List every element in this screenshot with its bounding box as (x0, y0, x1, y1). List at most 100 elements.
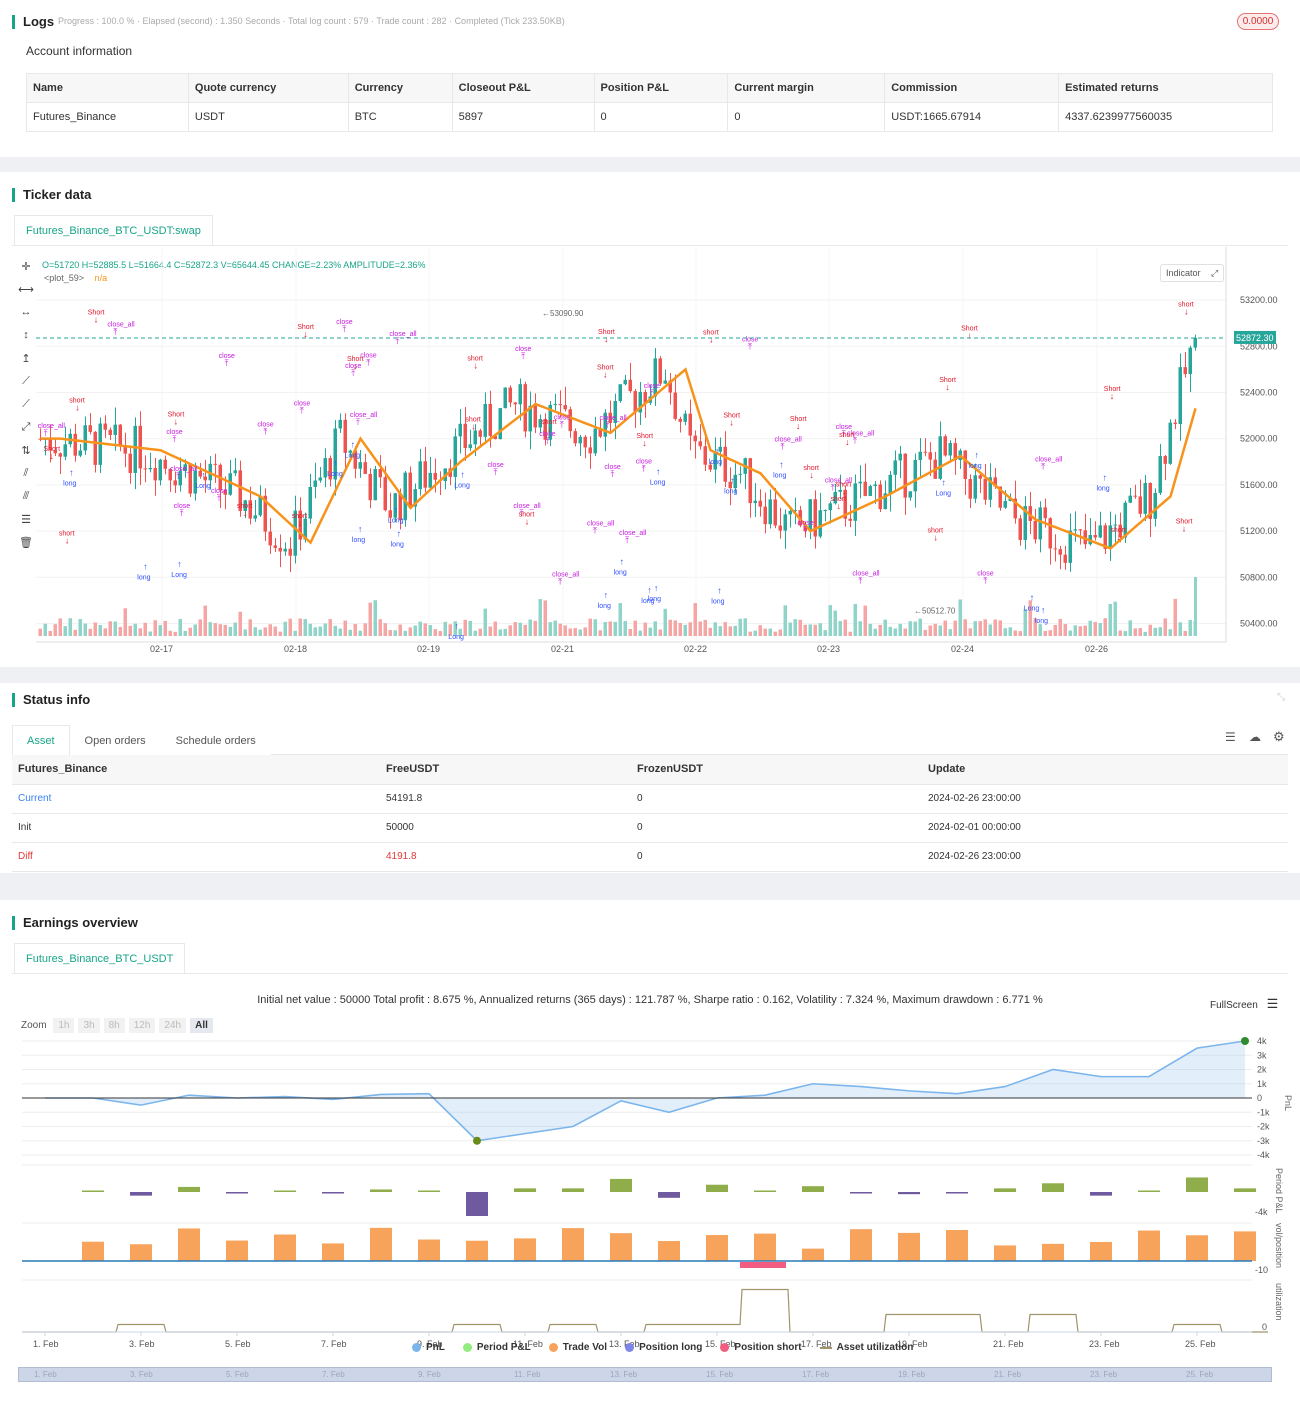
volume-bar (588, 618, 592, 636)
gear-icon[interactable]: ⚙ (1273, 729, 1285, 745)
candle-body (773, 499, 777, 526)
volume-bar (1153, 627, 1157, 636)
period-pnl-bar (994, 1188, 1016, 1192)
volume-bar (218, 624, 222, 636)
horizontal-ray-icon[interactable]: ↔ (16, 306, 36, 329)
legend-item[interactable]: Period P&L (462, 1342, 531, 1353)
zoom-24h-button[interactable]: 24h (159, 1018, 187, 1033)
trend-line-icon[interactable]: ⟋ (16, 375, 36, 398)
asset-cell: 0 (631, 842, 922, 872)
candle-body (1188, 347, 1192, 375)
vertical-ray-icon[interactable]: ↥ (16, 352, 36, 375)
volume-bar (803, 624, 807, 636)
candle-body (918, 451, 922, 460)
volume-bar (158, 625, 162, 636)
signal-arrow: ↑ (333, 458, 338, 468)
signal-arrow: ↑ (654, 583, 659, 593)
trash-icon[interactable]: 🗑 (16, 536, 36, 559)
volume-bar (1173, 598, 1177, 636)
table-row: Init 50000 0 2024-02-01 00:00:00 (12, 813, 1288, 843)
volume-bar (753, 630, 757, 636)
collapse-icon[interactable]: ⤡ (1277, 692, 1285, 703)
legend-line-icon (819, 1346, 832, 1349)
signal-arrow: ↑ (454, 621, 459, 631)
volume-bar (843, 619, 847, 636)
volume-bar (313, 627, 317, 636)
tab-ticker-symbol[interactable]: Futures_Binance_BTC_USDT:swap (14, 215, 213, 245)
fullscreen-button[interactable]: FullScreen ☰ (1210, 996, 1278, 1012)
candle-body (373, 469, 377, 501)
legend-item[interactable]: Position short (720, 1342, 802, 1353)
candle-body (913, 459, 917, 492)
horizontal-line-icon[interactable]: ⟷ (16, 283, 36, 306)
settings-lines-icon[interactable]: ☰ (16, 513, 36, 536)
signal-arrow: ↑ (201, 470, 206, 480)
zoom-3h-button[interactable]: 3h (78, 1018, 100, 1033)
volume-bar (138, 628, 142, 636)
volume-bar (933, 623, 937, 636)
account-col-header: Current margin (727, 73, 886, 103)
volume-bar (148, 631, 152, 636)
signal-arrow: ↑ (730, 476, 735, 486)
crosshair-icon[interactable]: ✛ (16, 260, 36, 283)
candle-body (358, 462, 362, 469)
table-row: Current 54191.8 0 2024-02-26 23:00:00 (12, 784, 1288, 814)
candle-body (968, 479, 972, 499)
legend-item[interactable]: PnL (412, 1342, 445, 1353)
signal-label: close (257, 421, 273, 428)
volume-bar (873, 628, 877, 636)
x-tick-label: 21. Feb (993, 1339, 1024, 1349)
candle-body (693, 435, 697, 442)
signal-label: Long (327, 471, 343, 478)
period-pnl-bar (754, 1190, 776, 1192)
ticker-panel: Ticker data Futures_Binance_BTC_USDT:swa… (0, 172, 1300, 667)
period-pnl-bar (898, 1192, 920, 1195)
trade-vol-bar (322, 1243, 344, 1261)
zoom-All-button[interactable]: All (190, 1018, 213, 1033)
zoom-12h-button[interactable]: 12h (128, 1018, 156, 1033)
ray-icon[interactable]: ⟋ (16, 398, 36, 421)
candle-body (403, 472, 407, 521)
volume-bar (798, 619, 802, 636)
tab-schedule-orders[interactable]: Schedule orders (160, 725, 271, 755)
cloud-download-icon[interactable]: ☁ (1249, 730, 1261, 744)
volume-bar (808, 624, 812, 636)
signal-arrow: ↑ (656, 466, 661, 476)
zoom-1h-button[interactable]: 1h (53, 1018, 75, 1033)
volume-bar (823, 630, 827, 636)
legend-item[interactable]: Trade Vol (548, 1342, 607, 1353)
parallel-channel-icon[interactable]: ⫽ (16, 467, 36, 490)
trade-vol-bar (802, 1248, 824, 1261)
tab-open-orders[interactable]: Open orders (69, 725, 161, 755)
extended-line-icon[interactable]: ⤢ (16, 421, 36, 444)
volume-bar (633, 620, 637, 636)
legend-item[interactable]: Position long (625, 1342, 702, 1353)
zoom-8h-button[interactable]: 8h (103, 1018, 125, 1033)
asset-cell: 0 (631, 784, 922, 814)
candle-body (1113, 524, 1117, 526)
volume-bar (53, 624, 57, 636)
candle-body (468, 444, 472, 449)
last-price-label: 52872.30 (1236, 333, 1274, 343)
candle-body (143, 468, 147, 470)
navigator-scrollbar[interactable]: 1. Feb 3. Feb 5. Feb 7. Feb 9. Feb 11. Feb 13.… (18, 1367, 1272, 1382)
legend-dot-icon (462, 1343, 472, 1352)
vertical-line-icon[interactable]: ↕ (16, 329, 36, 352)
volume-bar (1148, 624, 1152, 636)
volume-bar (848, 631, 852, 636)
candle-body (553, 404, 557, 406)
tab-asset[interactable]: Asset (12, 725, 70, 755)
fib-icon[interactable]: ⫻ (16, 490, 36, 513)
volume-bar (498, 629, 502, 636)
list-icon[interactable]: ☰ (1225, 730, 1236, 744)
candle-body (103, 423, 107, 430)
price-range-icon[interactable]: ⇅ (16, 444, 36, 467)
volume-bar (993, 619, 997, 636)
legend-item[interactable]: Asset utilization (819, 1342, 913, 1353)
price-tick-label: 53200.00 (1240, 295, 1278, 305)
candlestick-chart[interactable]: 53200.0052800.0052400.0052000.0051600.00… (36, 247, 1286, 667)
volume-bar (793, 619, 797, 636)
tab-earnings-symbol[interactable]: Futures_Binance_BTC_USDT (14, 943, 186, 973)
x-tick-label: 5. Feb (225, 1339, 251, 1349)
signal-label: short (803, 465, 819, 472)
